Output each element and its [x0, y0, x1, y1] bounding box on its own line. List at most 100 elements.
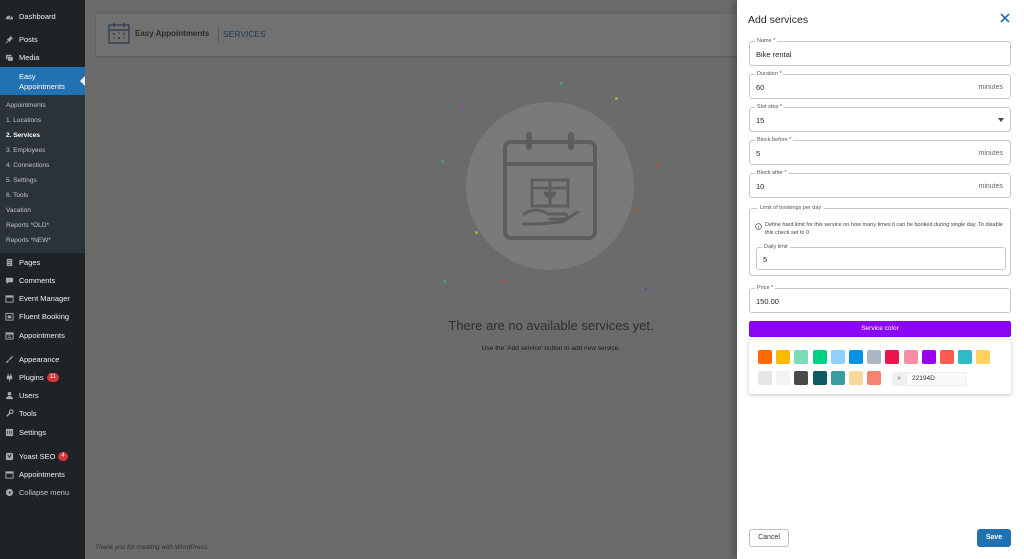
empty-state-title: There are no available services yet. [448, 318, 654, 333]
sidebar-item-appointments-2[interactable]: Appointments [0, 465, 85, 483]
sidebar-item-label: Appointments [19, 469, 65, 479]
sidebar-item-label: Pages [19, 257, 41, 267]
field-value: 5 [756, 149, 761, 158]
submenu-item-connections[interactable]: 4. Connections [6, 162, 49, 169]
color-swatch[interactable] [830, 371, 845, 385]
app-header: Easy Appointments SERVICES [96, 12, 796, 56]
calendar-logo-icon [108, 23, 130, 44]
color-swatch[interactable] [812, 350, 827, 364]
sidebar-item-label: Tools [19, 408, 37, 418]
field-label: Duration * [755, 70, 784, 78]
header-divider [218, 26, 219, 42]
color-swatch[interactable] [921, 350, 936, 364]
field-label: Slot step * [755, 103, 785, 111]
confetti-dot [443, 280, 446, 283]
calendar-icon [5, 312, 14, 321]
calendar-icon [5, 470, 14, 479]
cancel-button[interactable]: Cancel [749, 529, 789, 547]
field-value: 10 [756, 182, 765, 191]
sidebar-item-yoast-seo[interactable]: Yoast SEO 4 [0, 447, 85, 465]
pages-icon [5, 258, 14, 267]
confetti-dot [441, 160, 444, 163]
submenu-item-settings[interactable]: 5. Settings [6, 177, 37, 184]
sidebar-item-appearance[interactable]: Appearance [0, 350, 85, 368]
color-swatch[interactable] [758, 371, 772, 385]
sidebar-item-pages[interactable]: Pages [0, 253, 85, 271]
price-field[interactable]: Price * 150.00 [749, 284, 1011, 313]
color-swatch[interactable] [867, 350, 882, 364]
sidebar-item-appointments[interactable]: Appointments [0, 326, 85, 344]
submenu-item-employees[interactable]: 3. Employees [6, 147, 45, 154]
admin-sidebar: Dashboard Posts Media Easy Appointments … [0, 0, 85, 559]
confetti-dot [656, 164, 659, 167]
hex-color-input[interactable]: 22194D [906, 372, 966, 386]
field-unit: minutes [978, 84, 1003, 91]
empty-state-subtitle: Use the 'Add service' button to add new … [481, 345, 621, 352]
sidebar-item-label: Easy [19, 72, 36, 81]
sidebar-item-fluent-booking[interactable]: Fluent Booking [0, 307, 85, 325]
collapse-menu-button[interactable]: Collapse menu [0, 483, 85, 501]
submenu-item-reports-old[interactable]: Reports *OLD* [6, 222, 49, 229]
sidebar-item-easy-appointments[interactable]: Easy Appointments [0, 67, 85, 95]
field-unit: minutes [978, 150, 1003, 157]
color-swatch[interactable] [940, 350, 954, 364]
sidebar-item-label: Collapse menu [19, 487, 70, 497]
color-swatch[interactable] [776, 350, 791, 364]
field-label: Price * [755, 284, 776, 292]
field-value: 15 [756, 116, 765, 125]
submenu-item-services[interactable]: 2. Services [6, 132, 40, 139]
color-swatch[interactable] [794, 350, 809, 364]
submenu-item-tools[interactable]: 6. Tools [6, 192, 28, 199]
sidebar-item-tools[interactable]: Tools [0, 404, 85, 422]
color-swatch[interactable] [958, 350, 973, 364]
color-picker: # 22194D [749, 340, 1011, 394]
submenu-item-locations[interactable]: 1. Locations [6, 117, 41, 124]
color-swatch[interactable] [885, 350, 900, 364]
sidebar-item-posts[interactable]: Posts [0, 30, 85, 48]
duration-field[interactable]: Duration * 60 minutes [749, 70, 1011, 99]
info-icon [755, 223, 762, 230]
submenu-item-vacation[interactable]: Vacation [6, 207, 31, 214]
booking-limit-group: Limit of bookings per day Define hard li… [749, 204, 1011, 276]
field-value: 150.00 [756, 297, 779, 306]
color-swatch[interactable] [976, 350, 991, 364]
sidebar-item-label: Posts [19, 34, 38, 44]
color-swatch[interactable] [867, 371, 882, 385]
chevron-down-icon [998, 118, 1004, 122]
name-field[interactable]: Name * Bike rental [749, 37, 1011, 66]
color-swatch[interactable] [849, 350, 863, 364]
service-color-button[interactable]: Service color [749, 321, 1011, 337]
confetti-dot [634, 208, 637, 211]
sidebar-item-settings[interactable]: Settings [0, 423, 85, 441]
sidebar-item-comments[interactable]: Comments [0, 271, 85, 289]
submenu-item-reports-new[interactable]: Reports *NEW* [6, 237, 51, 244]
media-icon [5, 53, 14, 62]
sidebar-item-label: Appearance [19, 354, 60, 364]
color-swatch[interactable] [776, 371, 791, 385]
color-swatch[interactable] [849, 371, 863, 385]
color-swatch[interactable] [758, 350, 772, 364]
sidebar-item-plugins[interactable]: Plugins 11 [0, 368, 85, 386]
block-after-field[interactable]: Block after * 10 minutes [749, 169, 1011, 198]
yoast-icon [5, 452, 14, 461]
save-button[interactable]: Save [977, 529, 1011, 547]
submenu-item-appointments[interactable]: Appointments [6, 102, 46, 109]
field-value: 60 [756, 83, 765, 92]
color-swatch[interactable] [830, 350, 845, 364]
sidebar-item-label: Yoast SEO [19, 451, 56, 461]
block-before-field[interactable]: Block before * 5 minutes [749, 136, 1011, 165]
footer-text: Thank you for creating with WordPress. [95, 544, 209, 551]
collapse-icon [5, 488, 14, 497]
close-icon[interactable] [999, 12, 1011, 24]
sidebar-item-label: Comments [19, 275, 56, 285]
slot-step-select[interactable]: Slot step * 15 [749, 103, 1011, 132]
sidebar-item-media[interactable]: Media [0, 48, 85, 66]
color-swatch[interactable] [903, 350, 918, 364]
sidebar-item-label: Fluent Booking [19, 311, 70, 321]
color-swatch[interactable] [812, 371, 827, 385]
sidebar-item-event-manager[interactable]: Event Manager [0, 289, 85, 307]
sidebar-item-users[interactable]: Users [0, 386, 85, 404]
color-swatch[interactable] [794, 371, 809, 385]
sidebar-item-dashboard[interactable]: Dashboard [0, 7, 85, 25]
daily-limit-field[interactable]: Daily limit 5 [756, 243, 1006, 270]
